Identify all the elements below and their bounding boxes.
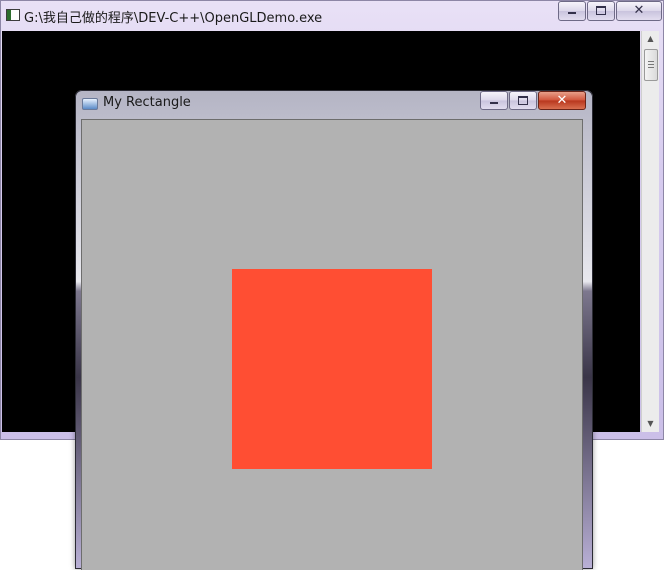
console-titlebar[interactable]: G:\我自己做的程序\DEV-C++\OpenGLDemo.exe ✕ [0,0,664,30]
maximize-icon [596,6,606,15]
console-app-icon[interactable] [6,9,20,21]
red-rectangle [232,269,432,469]
console-close-button[interactable]: ✕ [616,1,662,21]
console-caption-buttons: ✕ [558,1,663,21]
console-minimize-button[interactable] [558,1,586,21]
minimize-icon [490,102,498,104]
opengl-caption-buttons: ✕ [480,91,587,110]
maximize-icon [518,96,528,105]
scrollbar-thumb[interactable] [644,49,658,81]
opengl-canvas[interactable] [81,119,583,570]
thumb-grip-line [648,67,654,68]
opengl-window-title: My Rectangle [103,95,191,110]
console-vertical-scrollbar[interactable]: ▲ ▼ [641,31,659,432]
thumb-grip-line [648,61,654,62]
minimize-icon [568,12,576,14]
scroll-down-arrow-icon[interactable]: ▼ [642,416,659,432]
opengl-window: My Rectangle ✕ [75,90,593,570]
opengl-maximize-button[interactable] [509,91,537,110]
close-icon: ✕ [556,93,568,108]
opengl-titlebar[interactable]: My Rectangle ✕ [75,90,593,118]
close-icon: ✕ [633,3,645,18]
opengl-app-icon[interactable] [82,98,98,110]
console-maximize-button[interactable] [587,1,615,21]
thumb-grip-line [648,64,654,65]
opengl-minimize-button[interactable] [480,91,508,110]
opengl-close-button[interactable]: ✕ [538,91,586,110]
scroll-up-arrow-icon[interactable]: ▲ [642,31,659,47]
console-window-title: G:\我自己做的程序\DEV-C++\OpenGLDemo.exe [24,11,323,26]
